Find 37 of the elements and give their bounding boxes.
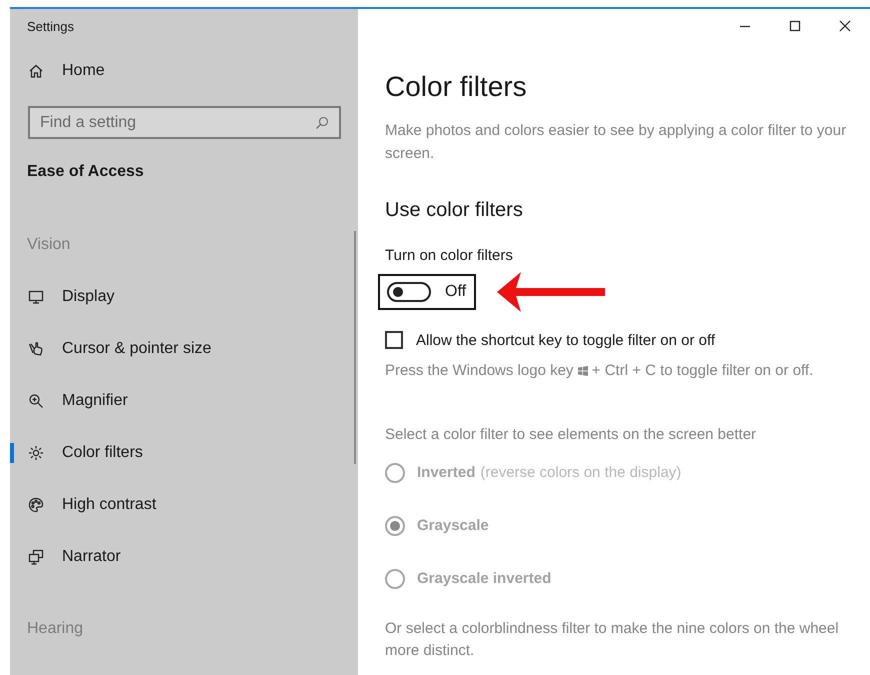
sun-icon [28,445,44,461]
radio-label: Grayscale [417,517,489,534]
home-icon [28,63,44,79]
sidebar-item[interactable]: High contrast [10,479,358,531]
sidebar-item[interactable]: Magnifier [10,375,358,427]
hint-text: + Ctrl + C to toggle filter on or off. [592,362,814,379]
narrator-icon [28,549,44,565]
filter-prompt: Select a color filter to see elements on the screen better [385,425,758,445]
radio-label: Inverted [417,464,476,481]
toggle-label: Turn on color filters [385,247,513,264]
radio-note: (reverse colors on the display) [480,464,682,481]
toggle-switch[interactable]: Off [378,274,476,310]
magnifier-icon [28,393,44,409]
group-heading: Hearing [27,620,84,638]
close-icon [839,20,851,32]
page-title: Color filters [385,70,528,104]
window-title: Settings [27,18,74,34]
monitor-icon [28,289,44,305]
sidebar-item[interactable]: Color filters [10,427,358,479]
group-heading: Vision [27,236,70,254]
windows-logo-icon [578,366,588,376]
hint-text: Press the Windows logo key [385,362,574,379]
home-link[interactable]: Home [27,43,358,99]
checkbox[interactable]: Allow the shortcut key to toggle filter on or off [385,328,858,352]
hand-pointer-icon [28,341,44,357]
search-field[interactable]: Find a setting [28,106,341,139]
sidebar-item[interactable]: Display [10,271,358,323]
search-icon [315,116,329,130]
sidebar-item[interactable]: Narrator [10,531,358,583]
palette-icon [28,497,44,513]
section-heading: Use color filters [385,198,524,223]
radio-label: Grayscale inverted [417,570,552,587]
sidebar-item[interactable]: Cursor & pointer size [10,323,358,375]
page-description: Make photos and colors easier to see by applying a color filter to your screen. [385,121,848,164]
colorblind-description: Or select a colorblindness filter to make the nine colors on the wheel more distinct. [385,619,840,661]
maximize-icon [789,20,801,32]
category-heading: Ease of Access [27,163,144,181]
